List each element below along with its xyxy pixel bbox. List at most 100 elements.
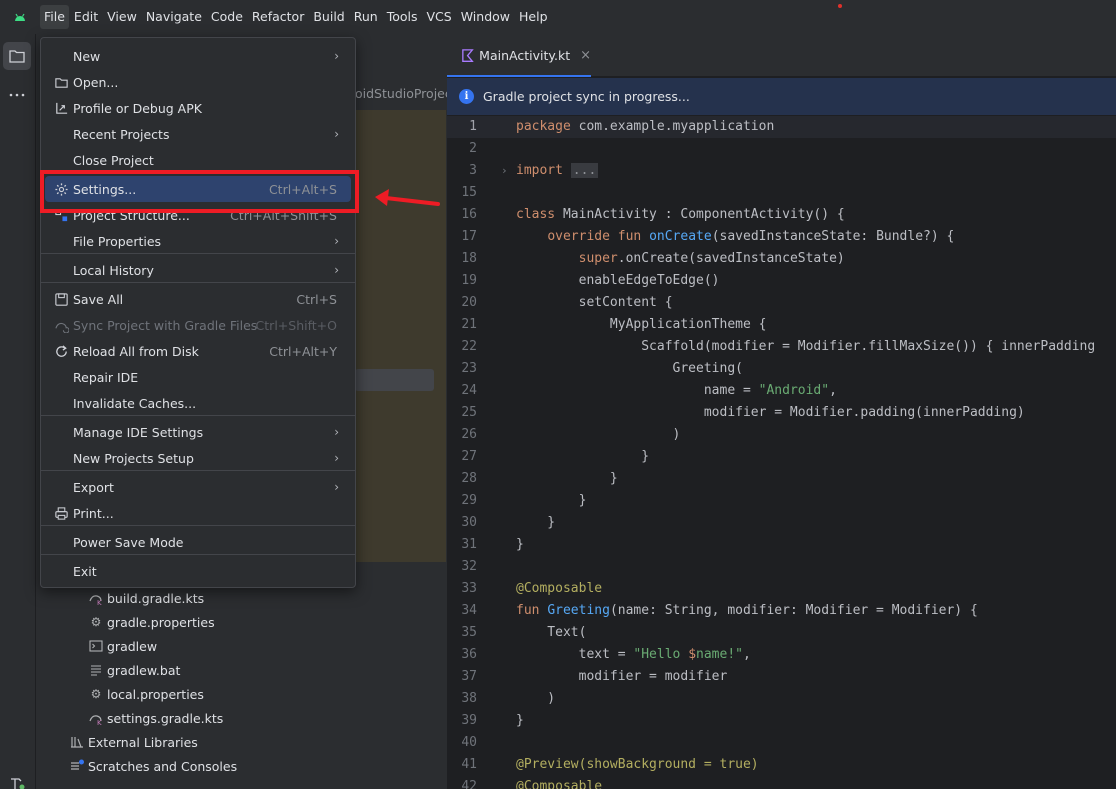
menu-item-label: Local History [73, 262, 154, 278]
code-line[interactable]: 26 ) [447, 424, 1116, 446]
code-line[interactable]: 34 fun Greeting(name: String, modifier: M… [447, 600, 1116, 622]
code-line[interactable]: 25 modifier = Modifier.padding(innerPadd… [447, 402, 1116, 424]
line-number: 38 [461, 691, 477, 706]
file-menu-item-file-properties[interactable]: File Properties › [45, 228, 351, 254]
menu-window[interactable]: Window [457, 5, 514, 29]
code-line[interactable]: 27 } [447, 446, 1116, 468]
menu-tools[interactable]: Tools [383, 5, 422, 29]
menu-separator [41, 253, 355, 254]
file-menu-item-power-save-mode[interactable]: Power Save Mode [45, 529, 351, 555]
file-menu-item-save-all[interactable]: Save All Ctrl+S [45, 286, 351, 312]
fold-chevron-icon[interactable]: › [501, 160, 508, 182]
gradle-icon: K [88, 590, 104, 606]
tree-item-settings-gradle[interactable]: K settings.gradle.kts [88, 706, 223, 730]
code-line[interactable]: 38 ) [447, 688, 1116, 710]
project-tool-button[interactable] [3, 42, 31, 70]
tree-item-build-gradle[interactable]: K build.gradle.kts [88, 586, 204, 610]
line-number: 40 [461, 735, 477, 750]
file-menu-item-print[interactable]: Print... [45, 500, 351, 526]
tree-item-gradlew-bat[interactable]: gradlew.bat [88, 658, 180, 682]
code-line[interactable]: 17 override fun onCreate(savedInstanceSt… [447, 226, 1116, 248]
project-tree-selected-row[interactable] [355, 369, 434, 391]
file-menu-item-repair-ide[interactable]: Repair IDE [45, 364, 351, 390]
code-line[interactable]: 22 Scaffold(modifier = Modifier.fillMaxS… [447, 336, 1116, 358]
menu-navigate[interactable]: Navigate [142, 5, 206, 29]
tree-item-gradlew[interactable]: gradlew [88, 634, 157, 658]
code-line[interactable]: 23 Greeting( [447, 358, 1116, 380]
menu-item-label: Repair IDE [73, 369, 139, 385]
chevron-right-icon: › [334, 234, 339, 248]
file-menu-item-new-projects-setup[interactable]: New Projects Setup › [45, 445, 351, 471]
file-menu-item-reload-all-from-disk[interactable]: Reload All from Disk Ctrl+Alt+Y [45, 338, 351, 364]
kotlin-file-icon [460, 48, 475, 64]
menu-run[interactable]: Run [350, 5, 382, 29]
code-line[interactable]: 20 setContent { [447, 292, 1116, 314]
menu-separator [41, 525, 355, 526]
code-text: } [516, 449, 650, 464]
code-line[interactable]: 31} [447, 534, 1116, 556]
code-line[interactable]: 16 class MainActivity : ComponentActivity… [447, 204, 1116, 226]
code-line[interactable]: 39} [447, 710, 1116, 732]
code-text: text = "Hello $name!", [516, 647, 751, 662]
line-number: 34 [461, 603, 477, 618]
code-line[interactable]: 32 [447, 556, 1116, 578]
menu-build[interactable]: Build [309, 5, 348, 29]
file-menu-item-profile-or-debug-apk[interactable]: Profile or Debug APK [45, 95, 351, 121]
code-line[interactable]: 24 name = "Android", [447, 380, 1116, 402]
file-menu-item-local-history[interactable]: Local History › [45, 257, 351, 283]
code-text: ) [516, 427, 681, 442]
line-number: 28 [461, 471, 477, 486]
tree-item-label: Scratches and Consoles [88, 758, 238, 774]
menu-vcs[interactable]: VCS [423, 5, 456, 29]
menu-help[interactable]: Help [515, 5, 552, 29]
code-line[interactable]: 35 Text( [447, 622, 1116, 644]
code-line[interactable]: 2 [447, 138, 1116, 160]
line-number: 30 [461, 515, 477, 530]
code-line[interactable]: 15 [447, 182, 1116, 204]
code-line[interactable]: 3 › import ... [447, 160, 1116, 182]
file-menu-item-new[interactable]: New › [45, 43, 351, 69]
code-text: } [516, 515, 556, 530]
tab-close-icon[interactable]: × [580, 48, 591, 63]
menu-file[interactable]: File [40, 5, 69, 29]
code-line[interactable]: 18 super.onCreate(savedInstanceState) [447, 248, 1116, 270]
build-tool-button[interactable] [3, 769, 31, 789]
chevron-right-icon: › [334, 49, 339, 63]
code-line[interactable]: 40 [447, 732, 1116, 754]
file-menu-item-invalidate-caches[interactable]: Invalidate Caches... [45, 390, 351, 416]
tab-mainactivity[interactable]: MainActivity.kt × [447, 34, 591, 77]
code-text: @Preview(showBackground = true) [516, 757, 759, 772]
tree-item-scratches[interactable]: Scratches and Consoles [69, 754, 237, 778]
code-line[interactable]: 42 @Composable [447, 776, 1116, 789]
tree-item-external-libraries[interactable]: External Libraries [69, 730, 198, 754]
code-line[interactable]: 36 text = "Hello $name!", [447, 644, 1116, 666]
code-line[interactable]: 1 package com.example.myapplication [447, 116, 1116, 138]
tree-item-local-properties[interactable]: ⚙ local.properties [88, 682, 204, 706]
line-number: 3 [469, 163, 477, 178]
menu-view[interactable]: View [103, 5, 141, 29]
code-area[interactable]: 1 package com.example.myapplication 2 3 › imp… [447, 116, 1116, 789]
code-line[interactable]: 33 @Composable [447, 578, 1116, 600]
left-tool-strip [0, 34, 36, 789]
code-line[interactable]: 29 } [447, 490, 1116, 512]
menu-refactor[interactable]: Refactor [248, 5, 308, 29]
file-menu-item-export[interactable]: Export › [45, 474, 351, 500]
file-menu-item-recent-projects[interactable]: Recent Projects › [45, 121, 351, 147]
code-line[interactable]: 37 modifier = modifier [447, 666, 1116, 688]
file-menu-item-manage-ide-settings[interactable]: Manage IDE Settings › [45, 419, 351, 445]
menu-edit[interactable]: Edit [70, 5, 102, 29]
file-menu-item-exit[interactable]: Exit [45, 558, 351, 584]
code-line[interactable]: 41 @Preview(showBackground = true) [447, 754, 1116, 776]
code-line[interactable]: 21 MyApplicationTheme { [447, 314, 1116, 336]
reload-icon [53, 343, 69, 359]
code-line[interactable]: 19 enableEdgeToEdge() [447, 270, 1116, 292]
more-tools-button[interactable] [3, 81, 31, 109]
file-menu-item-open[interactable]: Open... [45, 69, 351, 95]
tree-item-gradle-properties[interactable]: ⚙ gradle.properties [88, 610, 215, 634]
menu-item-shortcut: Ctrl+Shift+O [255, 317, 337, 333]
code-line[interactable]: 28 } [447, 468, 1116, 490]
menu-item-label: Save All [73, 291, 124, 307]
code-line[interactable]: 30 } [447, 512, 1116, 534]
menu-code[interactable]: Code [207, 5, 247, 29]
menu-item-label: Export [73, 479, 114, 495]
